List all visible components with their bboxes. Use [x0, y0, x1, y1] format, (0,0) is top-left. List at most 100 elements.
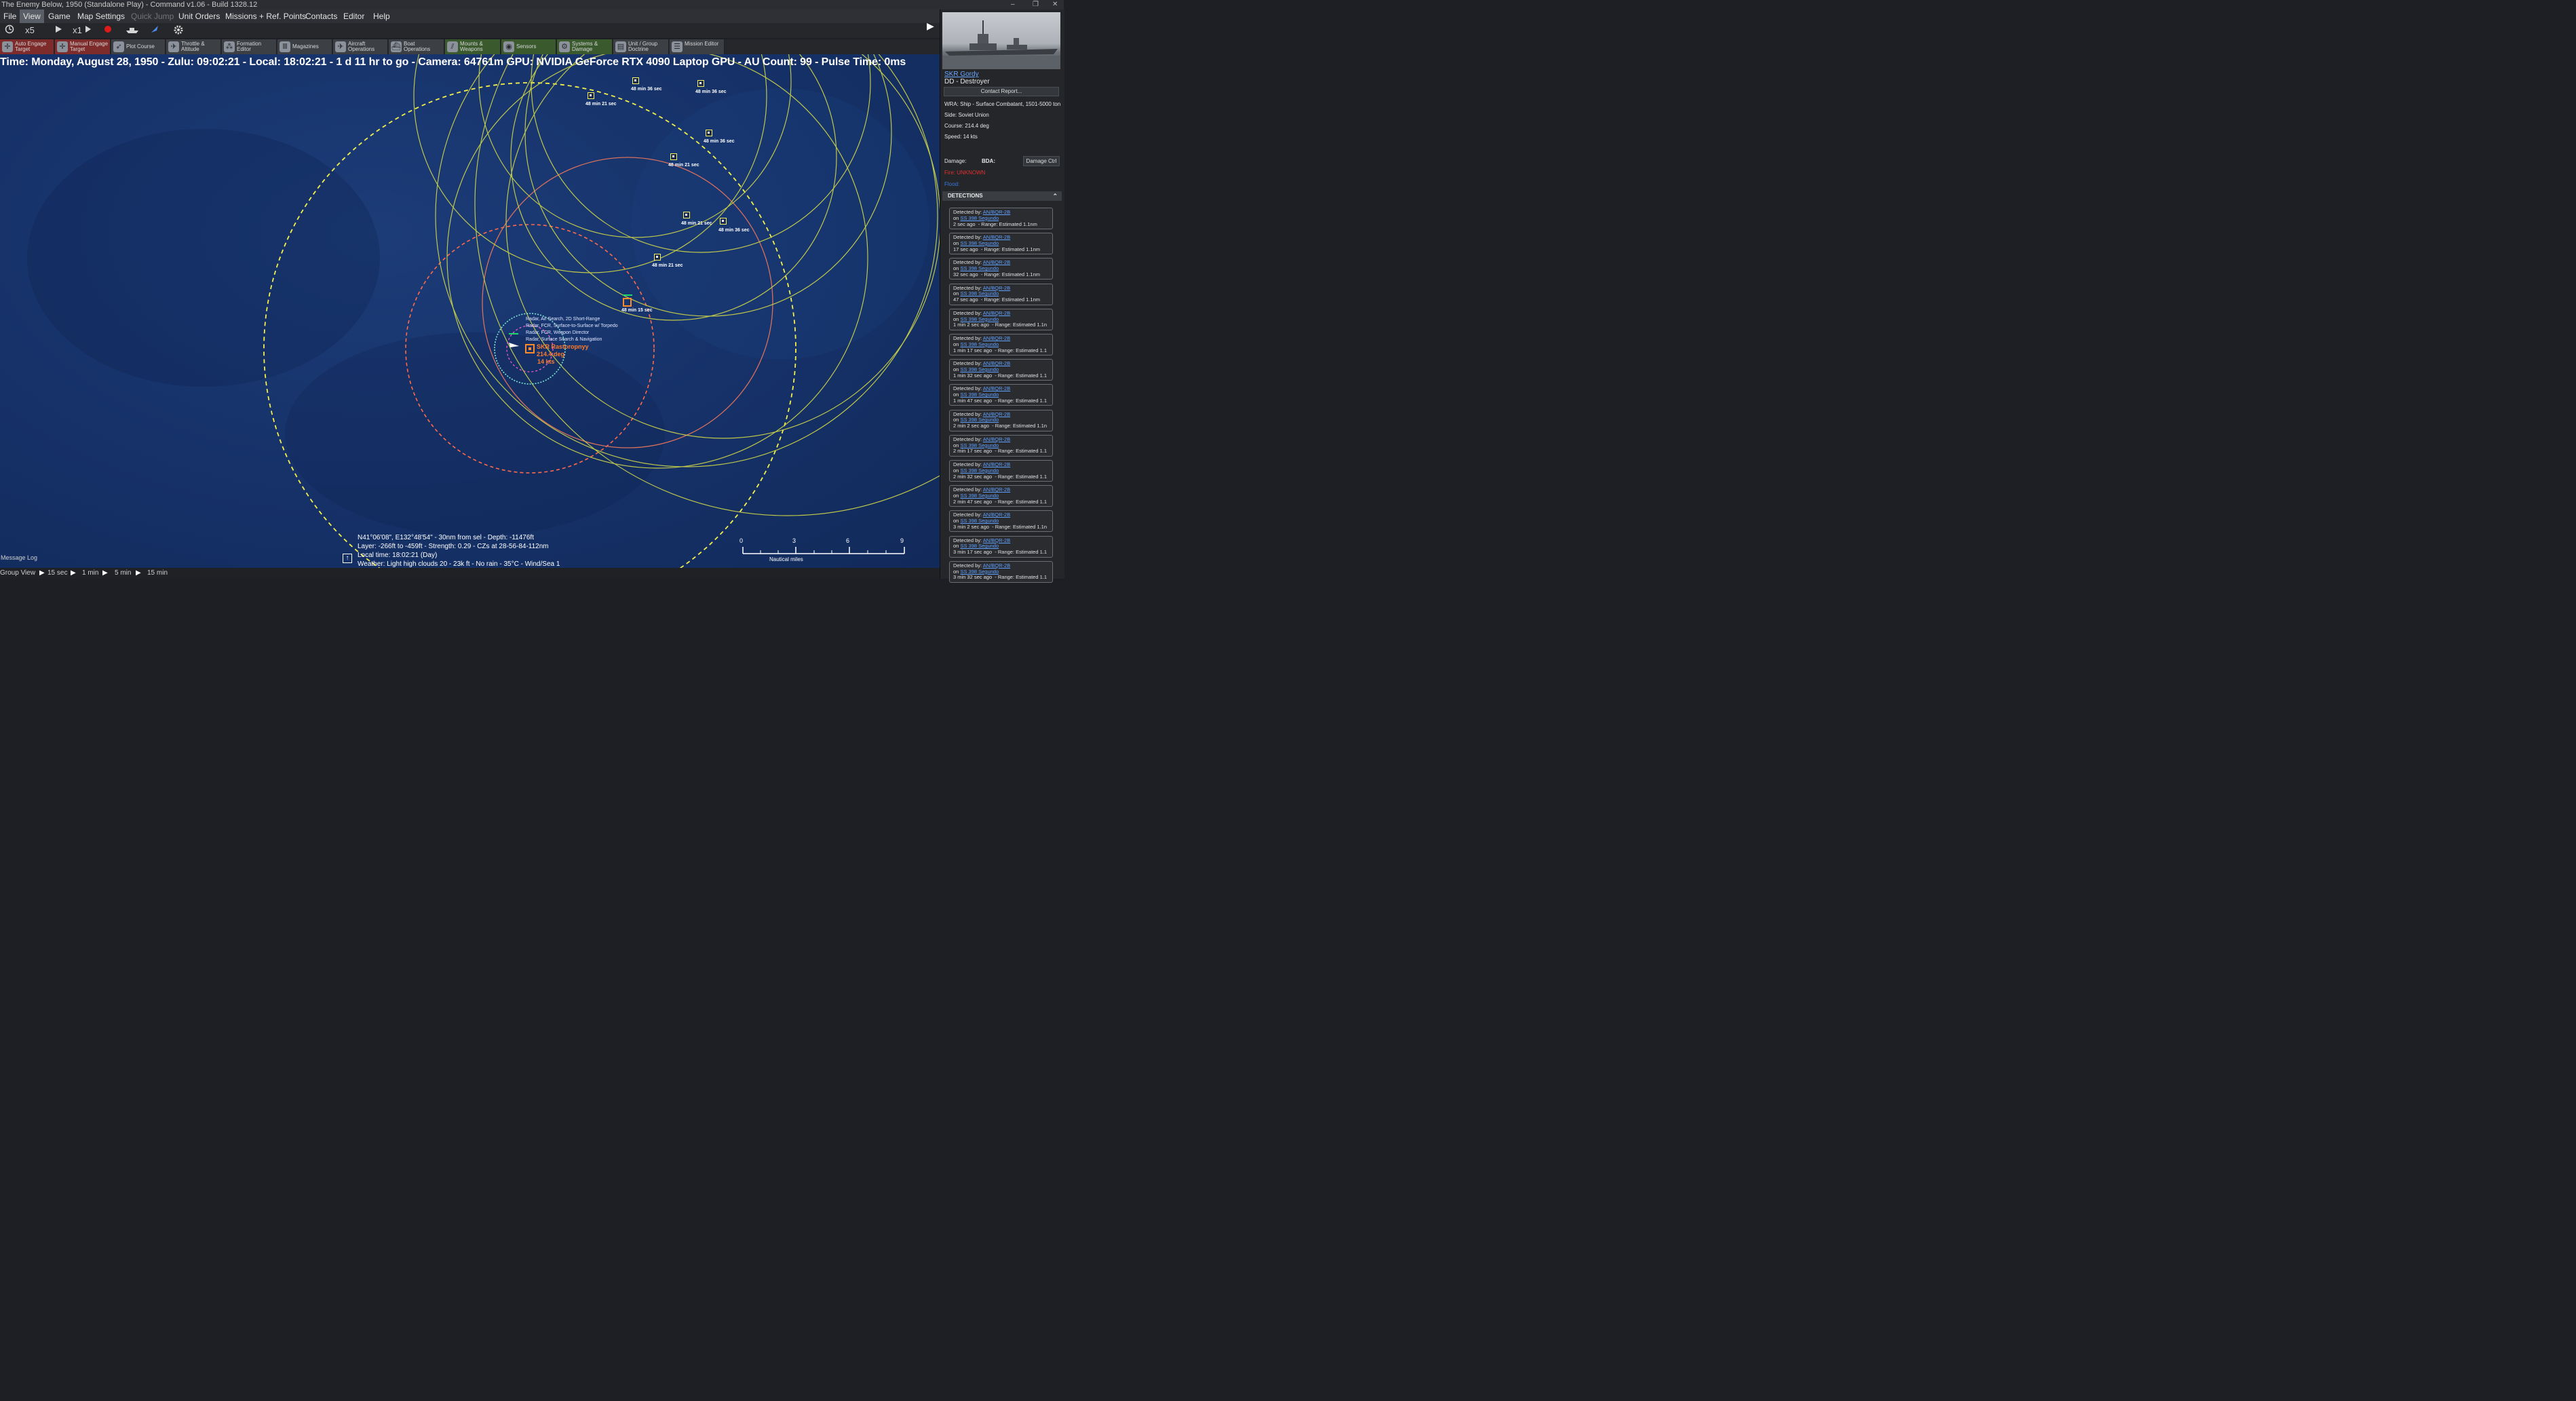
platform-link[interactable]: SS 398 Segundo — [960, 493, 999, 499]
detection-card[interactable]: Detected by: AN/BQR-2B on SS 398 Segundo 1… — [949, 359, 1053, 381]
menu-file[interactable]: File — [0, 9, 20, 23]
menu-unit-orders[interactable]: Unit Orders — [175, 9, 223, 23]
systems-damage-button[interactable]: ⚙ Systems & Damage — [557, 39, 613, 54]
detection-card[interactable]: Detected by: AN/BQR-2B on SS 398 Segundo 2… — [949, 434, 1053, 457]
contact-marker[interactable] — [654, 254, 661, 261]
platform-link[interactable]: SS 398 Segundo — [960, 240, 999, 246]
unit-group-doctrine-button[interactable]: ▤ Unit / Group Doctrine — [613, 39, 669, 54]
platform-link[interactable]: SS 398 Segundo — [960, 215, 999, 221]
magazines-button[interactable]: Ⅲ Magazines — [277, 39, 332, 54]
ship-icon[interactable] — [124, 24, 140, 37]
throttle-altitude-button[interactable]: ✈ Throttle & Altitude — [166, 39, 221, 54]
step-forward-icon[interactable] — [83, 24, 94, 37]
play-icon[interactable]: ▶ — [71, 568, 76, 579]
detection-card[interactable]: Detected by: AN/BQR-2B on SS 398 Segundo 2… — [949, 208, 1053, 229]
sensors-button[interactable]: ◉ Sensors — [501, 39, 556, 54]
detection-card[interactable]: Detected by: AN/BQR-2B on SS 398 Segundo 2… — [949, 485, 1053, 507]
sensor-link[interactable]: AN/BQR-2B — [983, 285, 1010, 291]
menu-editor[interactable]: Editor — [340, 9, 368, 23]
platform-link[interactable]: SS 398 Segundo — [960, 518, 999, 524]
platform-link[interactable]: SS 398 Segundo — [960, 290, 999, 296]
contact-marker[interactable] — [683, 212, 690, 218]
contact-marker[interactable] — [697, 80, 704, 87]
aircraft-operations-button[interactable]: ✈ Aircraft Operations — [333, 39, 388, 54]
panel-expand-icon[interactable]: ▶ — [927, 20, 934, 32]
detection-card[interactable]: Detected by: AN/BQR-2B on SS 398 Segundo 2… — [949, 409, 1053, 431]
clock-icon[interactable] — [3, 24, 16, 37]
plot-course-button[interactable]: ➶ Plot Course — [111, 39, 166, 54]
detection-card[interactable]: Detected by: AN/BQR-2B on SS 398 Segundo 2… — [949, 460, 1053, 482]
detection-card[interactable]: Detected by: AN/BQR-2B on SS 398 Segundo 1… — [949, 384, 1053, 406]
maximize-icon[interactable]: ❐ — [1033, 0, 1039, 9]
gear-icon[interactable] — [171, 24, 186, 37]
menu-contacts[interactable]: Contacts — [302, 9, 341, 23]
menu-help[interactable]: Help — [370, 9, 393, 23]
ship-name-link[interactable]: SKR Gordy — [944, 71, 979, 78]
play-icon[interactable]: ▶ — [136, 568, 141, 579]
sensor-link[interactable]: AN/BQR-2B — [983, 310, 1010, 316]
menu-missions[interactable]: Missions + Ref. Points — [222, 9, 309, 23]
detection-card[interactable]: Detected by: AN/BQR-2B on SS 398 Segundo 1… — [949, 308, 1053, 330]
menu-view[interactable]: View — [20, 9, 44, 23]
auto-engage-target-button[interactable]: ✛ Auto Engage Target — [0, 39, 54, 54]
contact-marker[interactable] — [720, 218, 727, 225]
platform-link[interactable]: SS 398 Segundo — [960, 341, 999, 347]
plane-icon[interactable] — [148, 24, 161, 37]
sensor-link[interactable]: AN/BQR-2B — [983, 360, 1010, 366]
menu-map-settings[interactable]: Map Settings — [74, 9, 128, 23]
step-15-sec[interactable]: 15 sec — [47, 568, 67, 579]
platform-link[interactable]: SS 398 Segundo — [960, 417, 999, 423]
detection-card[interactable]: Detected by: AN/BQR-2B on SS 398 Segundo 1… — [949, 233, 1053, 255]
detections-header[interactable]: DETECTIONS ⌃ — [942, 191, 1062, 201]
platform-link[interactable]: SS 398 Segundo — [960, 366, 999, 372]
tactical-map[interactable]: Time: Monday, August 28, 1950 - Zulu: 09… — [0, 54, 940, 568]
minimize-icon[interactable]: – — [1011, 0, 1015, 9]
detection-card[interactable]: Detected by: AN/BQR-2B on SS 398 Segundo 3… — [949, 258, 1053, 280]
platform-link[interactable]: SS 398 Segundo — [960, 467, 999, 474]
step-5-min[interactable]: 5 min — [115, 568, 131, 579]
detection-card[interactable]: Detected by: AN/BQR-2B on SS 398 Segundo 4… — [949, 283, 1053, 305]
contact-marker[interactable] — [588, 92, 594, 99]
play-icon[interactable]: ▶ — [39, 568, 45, 579]
sensor-link[interactable]: AN/BQR-2B — [983, 436, 1010, 442]
sensor-link[interactable]: AN/BQR-2B — [983, 461, 1010, 467]
sensor-link[interactable]: AN/BQR-2B — [983, 335, 1010, 341]
mission-editor-button[interactable]: ☰ Mission Editor — [670, 39, 725, 54]
unit-marker[interactable] — [623, 298, 632, 307]
sensor-link[interactable]: AN/BQR-2B — [983, 537, 1010, 543]
platform-link[interactable]: SS 398 Segundo — [960, 442, 999, 448]
platform-link[interactable]: SS 398 Segundo — [960, 316, 999, 322]
record-icon[interactable] — [102, 24, 114, 37]
play-icon[interactable] — [52, 24, 65, 37]
contact-marker[interactable] — [632, 77, 639, 84]
platform-link[interactable]: SS 398 Segundo — [960, 569, 999, 575]
sensor-link[interactable]: AN/BQR-2B — [983, 512, 1010, 518]
detection-card[interactable]: Detected by: AN/BQR-2B on SS 398 Segundo 3… — [949, 560, 1053, 583]
sensor-link[interactable]: AN/BQR-2B — [983, 385, 1010, 391]
sensor-link[interactable]: AN/BQR-2B — [983, 209, 1010, 215]
mounts-weapons-button[interactable]: ⫽ Mounts & Weapons — [445, 39, 501, 54]
formation-editor-button[interactable]: ⁂ Formation Editor — [222, 39, 277, 54]
play-icon[interactable]: ▶ — [102, 568, 108, 579]
boat-operations-button[interactable]: ⛴ Boat Operations — [389, 39, 444, 54]
platform-link[interactable]: SS 398 Segundo — [960, 391, 999, 398]
detection-card[interactable]: Detected by: AN/BQR-2B on SS 398 Segundo 3… — [949, 535, 1053, 558]
close-icon[interactable]: ✕ — [1052, 0, 1058, 9]
sensor-link[interactable]: AN/BQR-2B — [983, 234, 1010, 240]
menu-quick-jump[interactable]: Quick Jump — [128, 9, 177, 23]
detection-card[interactable]: Detected by: AN/BQR-2B on SS 398 Segundo 3… — [949, 510, 1053, 533]
menu-game[interactable]: Game — [45, 9, 74, 23]
message-log[interactable]: Message Log — [0, 553, 353, 562]
platform-link[interactable]: SS 398 Segundo — [960, 543, 999, 549]
sensor-link[interactable]: AN/BQR-2B — [983, 259, 1010, 265]
detection-card[interactable]: Detected by: AN/BQR-2B on SS 398 Segundo 1… — [949, 334, 1053, 356]
step-1-min[interactable]: 1 min — [82, 568, 98, 579]
sensor-link[interactable]: AN/BQR-2B — [983, 562, 1010, 569]
platform-link[interactable]: SS 398 Segundo — [960, 265, 999, 271]
contact-report-button[interactable]: Contact Report... — [944, 87, 1059, 96]
step-15-min[interactable]: 15 min — [147, 568, 168, 579]
collapse-icon[interactable]: ⌃ — [1052, 191, 1058, 201]
contact-marker[interactable] — [706, 130, 712, 136]
sensor-link[interactable]: AN/BQR-2B — [983, 486, 1010, 493]
sensor-link[interactable]: AN/BQR-2B — [983, 411, 1010, 417]
